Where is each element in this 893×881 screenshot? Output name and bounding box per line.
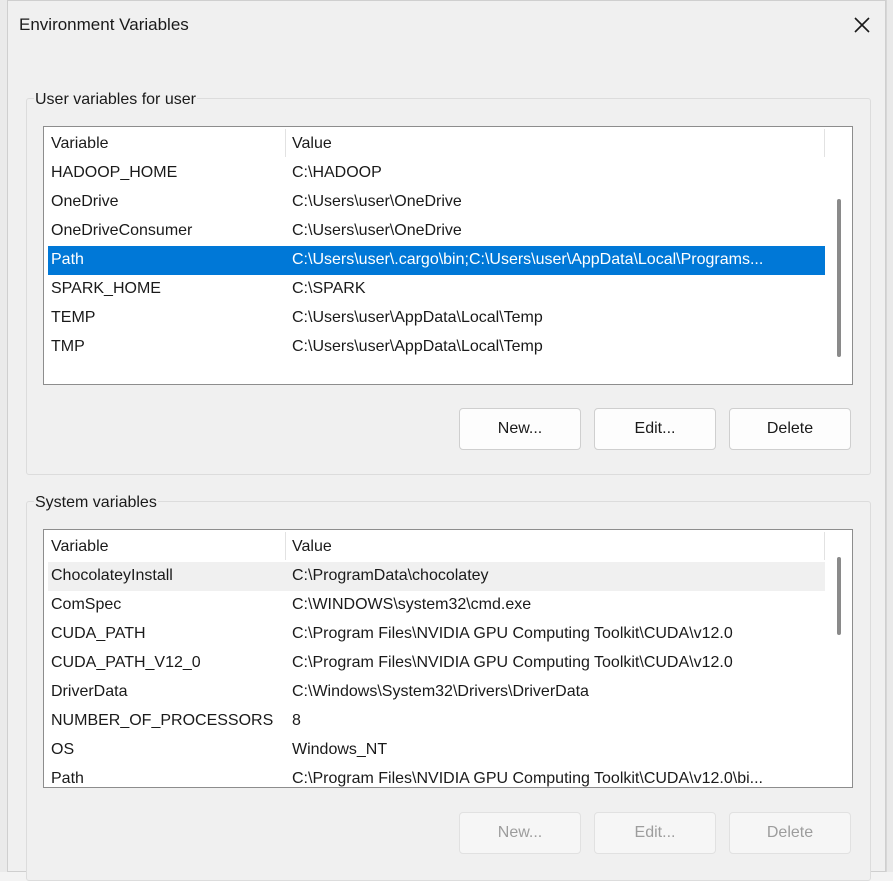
variable-value-cell: C:\WINDOWS\system32\cmd.exe bbox=[292, 596, 532, 613]
variable-name-cell: TEMP bbox=[51, 309, 96, 326]
variable-name-cell: CUDA_PATH_V12_0 bbox=[51, 654, 201, 671]
user-list-header: Variable Value bbox=[44, 127, 826, 159]
variable-value-cell: C:\ProgramData\chocolatey bbox=[292, 567, 489, 584]
user-new-button[interactable]: New... bbox=[459, 408, 581, 450]
column-divider bbox=[285, 129, 286, 157]
close-icon bbox=[854, 17, 870, 33]
environment-variables-dialog: Environment Variables User variables for… bbox=[7, 0, 886, 881]
variable-name-cell: NUMBER_OF_PROCESSORS bbox=[51, 712, 274, 729]
variable-value-cell: C:\Users\user\OneDrive bbox=[292, 222, 462, 239]
table-row[interactable]: NUMBER_OF_PROCESSORS 8 bbox=[48, 707, 825, 736]
variable-value-cell: Windows_NT bbox=[292, 741, 388, 758]
table-row[interactable]: OneDrive C:\Users\user\OneDrive bbox=[48, 188, 825, 217]
column-header-variable[interactable]: Variable bbox=[51, 538, 109, 556]
user-delete-button[interactable]: Delete bbox=[729, 408, 851, 450]
table-row[interactable]: OS Windows_NT bbox=[48, 736, 825, 765]
user-list-scrollbar[interactable] bbox=[826, 127, 852, 384]
variable-name-cell: CUDA_PATH bbox=[51, 625, 146, 642]
variable-name-cell: OneDriveConsumer bbox=[51, 222, 193, 239]
user-edit-button[interactable]: Edit... bbox=[594, 408, 716, 450]
variable-value-cell: C:\Users\user\OneDrive bbox=[292, 193, 462, 210]
column-header-value[interactable]: Value bbox=[292, 135, 332, 153]
variable-value-cell: C:\Program Files\NVIDIA GPU Computing To… bbox=[292, 625, 733, 642]
table-row[interactable]: OneDriveConsumer C:\Users\user\OneDrive bbox=[48, 217, 825, 246]
column-divider bbox=[824, 532, 825, 560]
variable-name-cell: SPARK_HOME bbox=[51, 280, 161, 297]
variable-name-cell: TMP bbox=[51, 338, 85, 355]
system-delete-button[interactable]: Delete bbox=[729, 812, 851, 854]
table-row[interactable]: Path C:\Users\user\.cargo\bin;C:\Users\us… bbox=[48, 246, 825, 275]
system-list-header: Variable Value bbox=[44, 530, 826, 562]
table-row[interactable]: HADOOP_HOME C:\HADOOP bbox=[48, 159, 825, 188]
window-title: Environment Variables bbox=[19, 15, 189, 34]
system-variables-title: System variables bbox=[34, 494, 158, 512]
system-list-scrollbar[interactable] bbox=[826, 530, 852, 787]
variable-value-cell: C:\SPARK bbox=[292, 280, 366, 297]
variable-value-cell: C:\Program Files\NVIDIA GPU Computing To… bbox=[292, 654, 733, 671]
table-row[interactable]: ChocolateyInstall C:\ProgramData\chocolat… bbox=[48, 562, 825, 591]
title-bar: Environment Variables bbox=[8, 1, 885, 51]
table-row[interactable]: ComSpec C:\WINDOWS\system32\cmd.exe bbox=[48, 591, 825, 620]
table-row[interactable]: TEMP C:\Users\user\AppData\Local\Temp bbox=[48, 304, 825, 333]
system-new-button[interactable]: New... bbox=[459, 812, 581, 854]
variable-name-cell: OS bbox=[51, 741, 75, 758]
variable-value-cell: C:\Users\user\AppData\Local\Temp bbox=[292, 338, 543, 355]
column-header-variable[interactable]: Variable bbox=[51, 135, 109, 153]
user-variables-title: User variables for user bbox=[34, 91, 197, 109]
variable-name-cell: DriverData bbox=[51, 683, 128, 700]
variable-name-cell: Path bbox=[51, 251, 84, 268]
scrollbar-thumb[interactable] bbox=[837, 557, 841, 635]
variable-name-cell: OneDrive bbox=[51, 193, 119, 210]
variable-name-cell: HADOOP_HOME bbox=[51, 164, 178, 181]
variable-name-cell: ChocolateyInstall bbox=[51, 567, 173, 584]
table-row[interactable]: DriverData C:\Windows\System32\Drivers\Dr… bbox=[48, 678, 825, 707]
scrollbar-thumb[interactable] bbox=[837, 199, 841, 357]
variable-name-cell: ComSpec bbox=[51, 596, 122, 613]
column-divider bbox=[285, 532, 286, 560]
variable-value-cell: 8 bbox=[292, 712, 301, 729]
variable-value-cell: C:\Windows\System32\Drivers\DriverData bbox=[292, 683, 589, 700]
variable-value-cell: C:\Program Files\NVIDIA GPU Computing To… bbox=[292, 770, 763, 787]
user-variables-list[interactable]: Variable Value HADOOP_HOME C:\HADOOP OneDr… bbox=[43, 126, 853, 385]
system-edit-button[interactable]: Edit... bbox=[594, 812, 716, 854]
background-window-right bbox=[886, 0, 893, 872]
close-button[interactable] bbox=[846, 9, 878, 41]
variable-name-cell: Path bbox=[51, 770, 84, 787]
table-row[interactable]: CUDA_PATH C:\Program Files\NVIDIA GPU Com… bbox=[48, 620, 825, 649]
variable-value-cell: C:\Users\user\AppData\Local\Temp bbox=[292, 309, 543, 326]
table-row[interactable]: Path C:\Program Files\NVIDIA GPU Computin… bbox=[48, 765, 825, 787]
column-header-value[interactable]: Value bbox=[292, 538, 332, 556]
system-variables-list[interactable]: Variable Value ChocolateyInstall C:\Progr… bbox=[43, 529, 853, 788]
variable-value-cell: C:\HADOOP bbox=[292, 164, 382, 181]
table-row[interactable]: CUDA_PATH_V12_0 C:\Program Files\NVIDIA G… bbox=[48, 649, 825, 678]
variable-value-cell: C:\Users\user\.cargo\bin;C:\Users\user\A… bbox=[292, 251, 764, 268]
table-row[interactable]: SPARK_HOME C:\SPARK bbox=[48, 275, 825, 304]
table-row[interactable]: TMP C:\Users\user\AppData\Local\Temp bbox=[48, 333, 825, 362]
column-divider bbox=[824, 129, 825, 157]
